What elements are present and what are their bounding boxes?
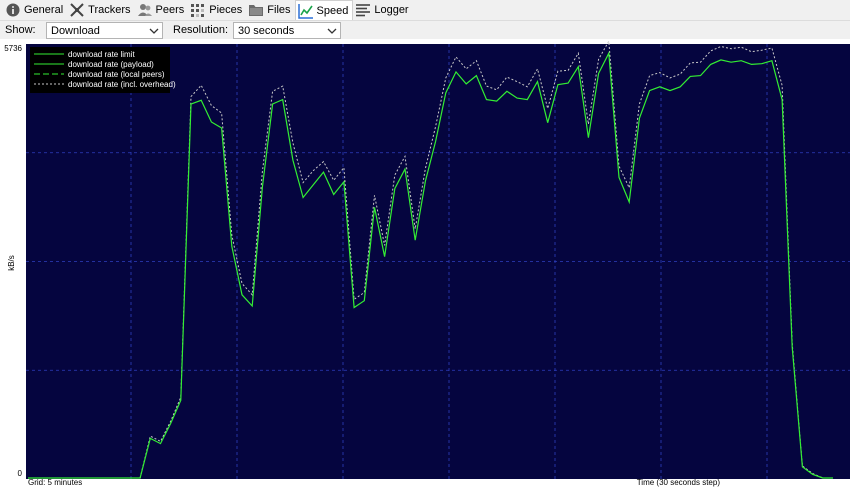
legend-entry-overhead: download rate (incl. overhead) xyxy=(68,80,176,89)
grid-interval-label: Grid: 5 minutes xyxy=(28,478,82,487)
tab-logger[interactable]: Logger xyxy=(353,0,412,20)
tab-peers-label: Peers xyxy=(155,4,185,16)
time-axis-label: Time (30 seconds step) xyxy=(637,478,721,487)
show-select-value: Download xyxy=(51,24,100,37)
tab-speed[interactable]: Speed xyxy=(294,0,354,20)
trackers-icon xyxy=(69,2,85,18)
show-label: Show: xyxy=(5,24,36,36)
properties-tab-bar: General Trackers Peers Pieces Files Spee… xyxy=(0,0,850,20)
y-tick-min: 0 xyxy=(18,469,23,478)
tab-general-label: General xyxy=(24,4,64,16)
tab-pieces[interactable]: Pieces xyxy=(188,0,246,20)
chart-legend: download rate limit download rate (paylo… xyxy=(30,47,176,93)
speed-chart-icon xyxy=(297,3,314,19)
info-icon xyxy=(5,2,21,18)
tab-trackers[interactable]: Trackers xyxy=(67,0,134,20)
chevron-down-icon xyxy=(327,28,337,34)
tab-files[interactable]: Files xyxy=(246,0,294,20)
resolution-label: Resolution: xyxy=(173,24,229,36)
tab-peers[interactable]: Peers xyxy=(135,0,189,20)
legend-entry-local-peers: download rate (local peers) xyxy=(68,70,165,79)
speed-graph: 5736 0 kB/s Grid: 5 minutes Time (30 sec… xyxy=(0,39,850,488)
tab-pieces-label: Pieces xyxy=(209,4,243,16)
logger-icon xyxy=(355,2,371,18)
tab-logger-label: Logger xyxy=(374,4,409,16)
tab-trackers-label: Trackers xyxy=(88,4,131,16)
peers-icon xyxy=(137,2,153,18)
pieces-icon xyxy=(190,2,206,18)
speed-options-row: Show: Download Resolution: 30 seconds xyxy=(0,20,850,39)
resolution-select[interactable]: 30 seconds xyxy=(233,22,341,39)
plot-area xyxy=(26,44,850,479)
show-select[interactable]: Download xyxy=(46,22,163,39)
chevron-down-icon xyxy=(149,28,159,34)
speed-chart: 5736 0 kB/s Grid: 5 minutes Time (30 sec… xyxy=(4,39,850,487)
tab-speed-label: Speed xyxy=(316,4,349,17)
tab-files-label: Files xyxy=(267,4,291,16)
folder-icon xyxy=(248,2,264,18)
legend-entry-limit: download rate limit xyxy=(68,50,135,59)
tab-general[interactable]: General xyxy=(3,0,67,20)
y-tick-max: 5736 xyxy=(4,44,22,53)
legend-entry-payload: download rate (payload) xyxy=(68,60,154,69)
y-axis-label: kB/s xyxy=(7,255,16,271)
resolution-select-value: 30 seconds xyxy=(238,24,295,37)
